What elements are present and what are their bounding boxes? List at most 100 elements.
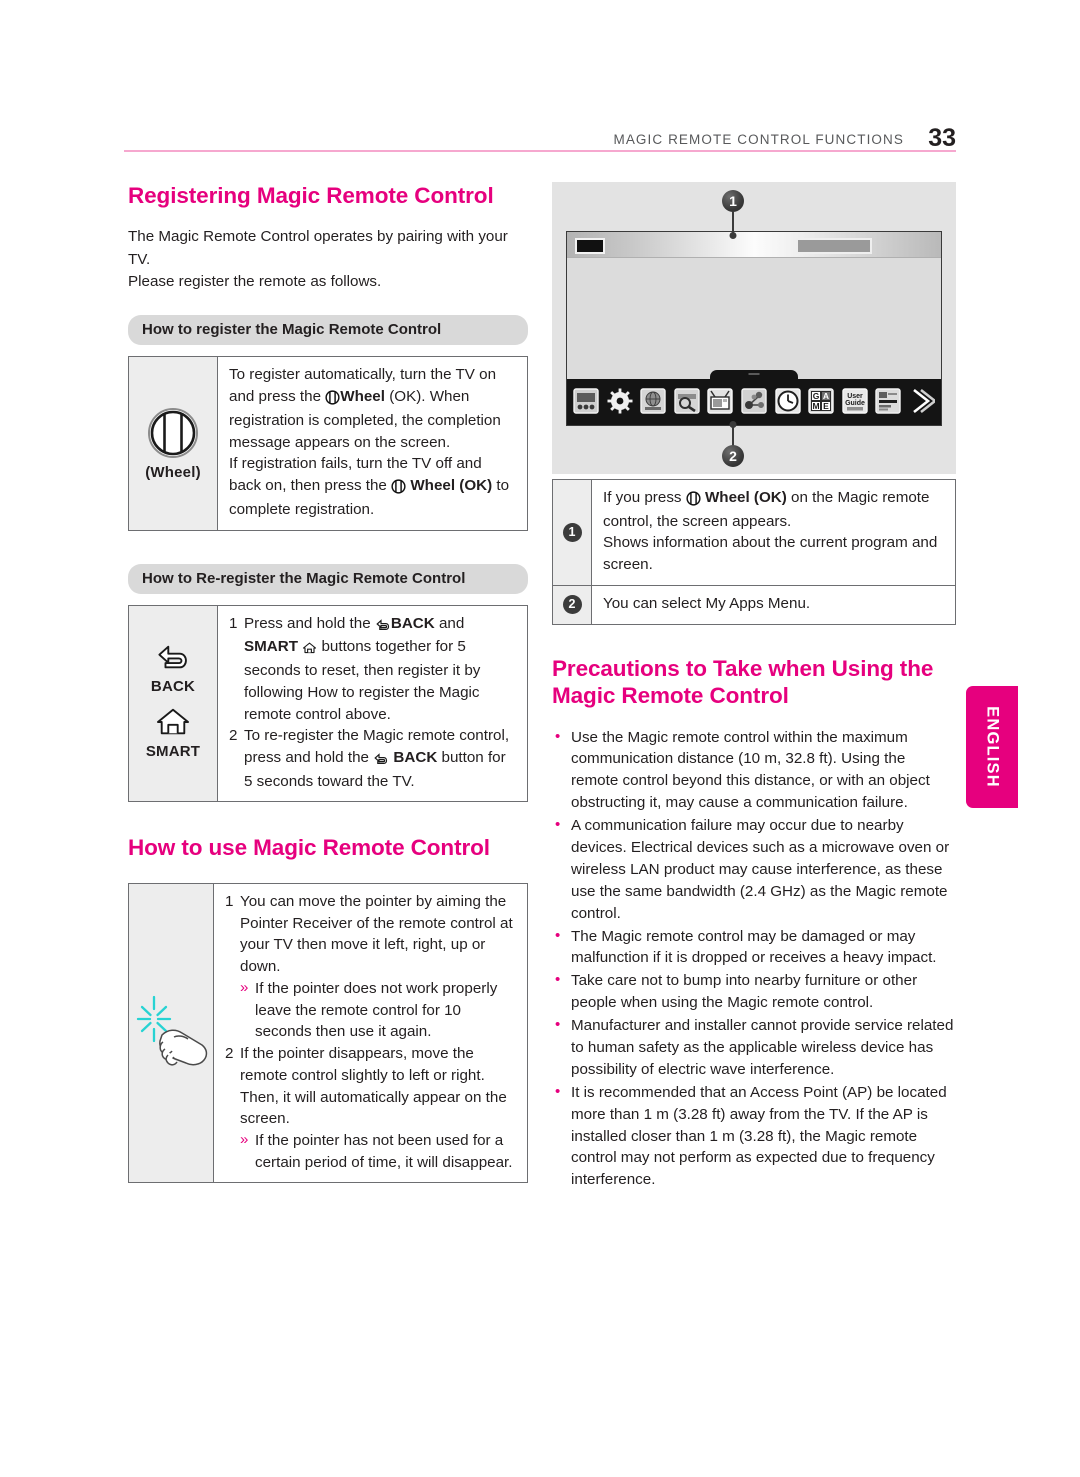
wheel-key-label: (Wheel)	[145, 463, 201, 481]
callout-1: 1	[722, 190, 744, 239]
callout1-text-a: If you press	[603, 489, 686, 506]
step1-text: You can move the pointer by aiming the P…	[240, 892, 513, 976]
howtouse-table: 1 You can move the pointer by aiming the…	[128, 882, 528, 1184]
more-arrow-icon[interactable]	[909, 388, 935, 414]
svg-text:Guide: Guide	[845, 400, 865, 407]
list-item: 2 If the pointer disappears, move the re…	[225, 1043, 517, 1173]
substep1-text: If the pointer does not work properly le…	[255, 979, 498, 1041]
internet-globe-icon[interactable]	[640, 388, 666, 414]
social-network-icon[interactable]	[741, 388, 767, 414]
step1-text-a: Press and hold the	[244, 614, 375, 632]
step1-text-b: and	[434, 614, 465, 632]
table-row: 1 If you press Wheel (OK) on the Magic r…	[552, 479, 956, 586]
step2-text: If the pointer disappears, move the remo…	[240, 1045, 507, 1128]
list-item: A communication failure may occur due to…	[552, 814, 956, 924]
svg-text:G: G	[813, 391, 820, 401]
list-item: Use the Magic remote control within the …	[552, 726, 956, 815]
back-arrow-icon	[373, 749, 389, 771]
settings-gear-icon[interactable]	[607, 388, 633, 414]
callout-row-2-text: You can select My Apps Menu.	[591, 584, 956, 625]
table-row: (Wheel) To register automatically, turn …	[128, 356, 528, 531]
back-bold-label: BACK	[393, 749, 438, 767]
pointer-hand-cell	[128, 882, 214, 1184]
callout1-text-c: Shows information about the current prog…	[603, 534, 938, 574]
left-column: Registering Magic Remote Control The Mag…	[128, 182, 528, 1184]
howtouse-instructions: 1 You can move the pointer by aiming the…	[213, 882, 528, 1184]
precautions-title: Precautions to Take when Using the Magic…	[552, 655, 934, 709]
table-row: BACK SMART 1 Press and hold the BACK and…	[128, 604, 528, 803]
callout-number-badge: 1	[562, 522, 582, 542]
list-item: Manufacturer and installer cannot provid…	[552, 1014, 956, 1081]
substep-marker: »	[240, 1131, 249, 1148]
tv-channel-icon[interactable]	[707, 388, 734, 414]
list-item: » If the pointer has not been used for a…	[240, 1130, 517, 1173]
table-row: 2 You can select My Apps Menu.	[552, 584, 956, 625]
wheel-icon	[325, 388, 340, 410]
substep2-text: If the pointer has not been used for a c…	[255, 1132, 513, 1171]
callout-leader-line	[732, 424, 734, 446]
step-marker: 1	[225, 892, 234, 910]
callout1-bold: Wheel (OK)	[704, 489, 787, 506]
header-rule	[124, 150, 956, 152]
callout-row-2-number-cell: 2	[552, 584, 592, 625]
page-header: MAGIC REMOTE CONTROL FUNCTIONS 33	[124, 124, 956, 152]
info-bar-chip-dark	[575, 238, 605, 254]
game-icon[interactable]: GAME	[808, 388, 834, 414]
home-icon	[154, 706, 192, 738]
howtouse-step-list: 1 You can move the pointer by aiming the…	[225, 891, 517, 1174]
back-key-label: BACK	[150, 677, 196, 695]
language-tab: ENGLISH	[966, 686, 1018, 808]
list-item: 1 Press and hold the BACK and SMART butt…	[229, 613, 517, 726]
svg-text:M: M	[813, 401, 820, 411]
tv-apps-dock[interactable]: GAME User Guide	[567, 370, 941, 425]
back-smart-key-cell: BACK SMART	[128, 604, 218, 803]
info-bar-chip-grey	[796, 238, 872, 254]
back-key-group: BACK	[131, 641, 215, 695]
table-row: 1 You can move the pointer by aiming the…	[128, 882, 528, 1184]
tv-screen: GAME User Guide	[566, 231, 942, 426]
callout-number: 1	[722, 190, 744, 212]
callout-number-badge: 2	[562, 595, 582, 615]
back-arrow-icon	[375, 615, 391, 637]
dock-notch	[710, 370, 798, 381]
input-list-icon[interactable]	[875, 388, 902, 414]
callout-row-1-number-cell: 1	[552, 479, 592, 586]
smart-key-label: SMART	[145, 742, 201, 760]
back-bold-label: BACK	[390, 614, 435, 632]
wheel-key-cell: (Wheel)	[128, 356, 218, 531]
list-item: The Magic remote control may be damaged …	[552, 925, 956, 970]
reregister-instructions: 1 Press and hold the BACK and SMART butt…	[217, 604, 528, 803]
callout2-text-a: You can select My Apps Menu.	[603, 594, 811, 612]
search-magnifier-icon[interactable]	[674, 388, 700, 414]
wheel-ok-bold-label: Wheel (OK)	[410, 477, 493, 495]
subheading-how-to-register: How to register the Magic Remote Control	[128, 315, 528, 346]
callout-dot	[729, 232, 737, 239]
list-item: 2 To re-register the Magic remote contro…	[229, 725, 517, 792]
wheel-icon	[391, 477, 406, 499]
register-instructions: To register automatically, turn the TV o…	[217, 356, 528, 531]
howtouse-title: How to use Magic Remote Control	[128, 835, 490, 861]
wheel-bold-label: Wheel	[340, 388, 385, 406]
svg-text:User: User	[847, 393, 863, 400]
tv-callout-table: 1 If you press Wheel (OK) on the Magic r…	[552, 479, 956, 625]
step-marker: 1	[229, 614, 238, 632]
page-number: 33	[928, 124, 956, 152]
smart-key-group: SMART	[131, 706, 215, 760]
register-table: (Wheel) To register automatically, turn …	[128, 356, 528, 531]
tv-info-bar	[567, 232, 941, 258]
reregister-step-list: 1 Press and hold the BACK and SMART butt…	[229, 613, 517, 793]
pointing-hand-icon	[132, 989, 210, 1075]
svg-text:E: E	[823, 401, 829, 411]
tv-screen-diagram: 1 G A M E User Guide 2	[552, 182, 956, 474]
callout-row-1-text: If you press Wheel (OK) on the Magic rem…	[591, 479, 956, 586]
running-head-title: MAGIC REMOTE CONTROL FUNCTIONS	[613, 132, 904, 147]
right-column: 1 G A M E User Guide 2 1 If you press Wh…	[552, 182, 956, 1192]
list-item: Take care not to bump into nearby furnit…	[552, 969, 956, 1014]
callout-2: 2	[722, 421, 744, 471]
user-guide-icon[interactable]: User Guide	[842, 388, 868, 414]
tv-recording-icon[interactable]	[573, 388, 599, 414]
clock-icon[interactable]	[774, 388, 801, 414]
howtouse-substep-list: » If the pointer does not work properly …	[240, 978, 517, 1043]
step-marker: 2	[229, 727, 238, 745]
callout-number: 2	[722, 445, 744, 467]
